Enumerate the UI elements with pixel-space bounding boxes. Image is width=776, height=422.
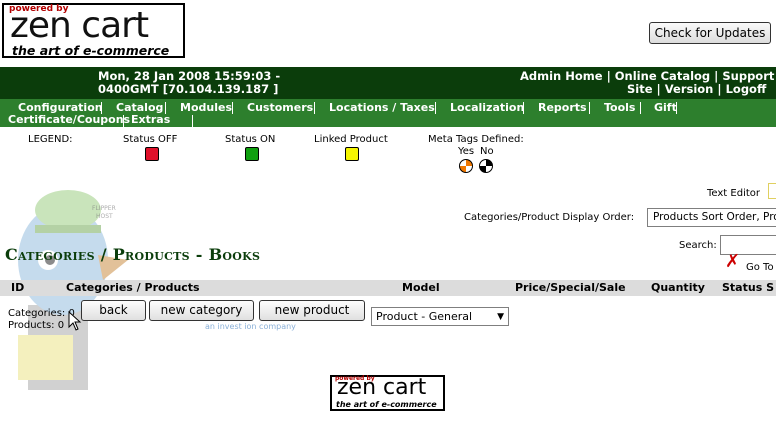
legend-meta-label: Meta Tags Defined: xyxy=(428,134,524,145)
logoff-link[interactable]: Logoff xyxy=(726,82,767,96)
legend-status-off-label: Status OFF xyxy=(123,134,178,145)
status-off-icon xyxy=(145,147,159,161)
legend-linked-label: Linked Product xyxy=(314,134,388,145)
search-label: Search: xyxy=(679,240,717,251)
datetime-line-2: 0400GMT [70.104.139.187 ] xyxy=(98,82,279,96)
nav-tools[interactable]: Tools xyxy=(604,101,635,114)
version-link[interactable]: Version xyxy=(665,82,714,96)
go-to-label[interactable]: Go To xyxy=(746,262,774,273)
status-on-icon xyxy=(245,147,259,161)
display-order-select[interactable]: Products Sort Order, Produ xyxy=(647,208,776,227)
online-catalog-link[interactable]: Online Catalog xyxy=(615,69,710,83)
legend-meta-yes: Yes xyxy=(458,146,475,157)
meta-no-icon xyxy=(479,159,493,173)
footer-zencart-logo: powered by zen cart the art of e-commerc… xyxy=(330,375,445,411)
col-price: Price/Special/Sale xyxy=(515,281,626,294)
watermark-company-text: an invest ion company xyxy=(205,322,296,331)
back-button[interactable]: back xyxy=(81,300,146,321)
listing-column-header: ID Categories / Products Model Price/Spe… xyxy=(0,280,776,296)
nav-certificate-coupons[interactable]: Certificate/Coupons xyxy=(8,113,130,126)
new-product-button[interactable]: new product xyxy=(259,300,365,321)
header-datetime: Mon, 28 Jan 2008 15:59:03 - 0400GMT [70.… xyxy=(98,70,280,96)
nav-customers[interactable]: Customers xyxy=(247,101,313,114)
nav-localization[interactable]: Localization xyxy=(450,101,524,114)
linked-product-icon xyxy=(345,147,359,161)
col-id: ID xyxy=(11,281,25,294)
nav-gift[interactable]: Gift xyxy=(654,101,677,114)
watermark-host-text: HOST xyxy=(96,213,113,220)
categories-count: Categories: 0 xyxy=(8,308,75,319)
page-title: Categories / Products - Books xyxy=(5,245,261,264)
col-model: Model xyxy=(402,281,440,294)
nav-locations-taxes[interactable]: Locations / Taxes xyxy=(329,101,435,114)
legend-status-on-label: Status ON xyxy=(225,134,276,145)
support-site-link[interactable]: Support xyxy=(722,69,774,83)
col-quantity: Quantity xyxy=(651,281,705,294)
display-order-label: Categories/Product Display Order: xyxy=(464,212,635,223)
logo-tagline: the art of e-commerce xyxy=(12,43,170,58)
nav-modules[interactable]: Modules xyxy=(180,101,232,114)
text-editor-select[interactable] xyxy=(768,183,776,199)
admin-home-link[interactable]: Admin Home xyxy=(520,69,603,83)
reset-search-icon[interactable]: ✗ xyxy=(725,253,740,271)
footer-logo-brand: zen cart xyxy=(337,375,427,400)
watermark-flipper-text: FLIPPER xyxy=(92,205,116,212)
chevron-down-icon: ▼ xyxy=(497,312,504,322)
new-category-button[interactable]: new category xyxy=(149,300,254,321)
text-editor-label: Text Editor xyxy=(707,188,760,199)
product-type-value: Product - General xyxy=(376,310,473,323)
zencart-logo: powered by zen cart the art of e-commerc… xyxy=(2,3,185,58)
nav-extras[interactable]: Extras xyxy=(131,113,170,126)
meta-yes-icon xyxy=(459,159,473,173)
logo-brand: zen cart xyxy=(10,5,149,46)
header-links: Admin Home | Online Catalog | Support Si… xyxy=(520,69,775,96)
products-count: Products: 0 xyxy=(8,320,65,331)
product-type-select[interactable]: Product - General ▼ xyxy=(371,307,509,326)
support-site-link-2[interactable]: Site xyxy=(627,82,653,96)
legend-meta-no: No xyxy=(480,146,494,157)
nav-reports[interactable]: Reports xyxy=(538,101,587,114)
legend-label: LEGEND: xyxy=(28,134,73,145)
col-categories-products: Categories / Products xyxy=(66,281,200,294)
col-status: Status S xyxy=(722,281,774,294)
mouse-cursor-icon xyxy=(68,311,82,331)
check-updates-button[interactable]: Check for Updates xyxy=(649,22,771,44)
admin-header: Mon, 28 Jan 2008 15:59:03 - 0400GMT [70.… xyxy=(0,67,776,99)
footer-logo-tagline: the art of e-commerce xyxy=(336,400,437,409)
admin-nav: Configuration Catalog Modules Customers … xyxy=(0,99,776,127)
